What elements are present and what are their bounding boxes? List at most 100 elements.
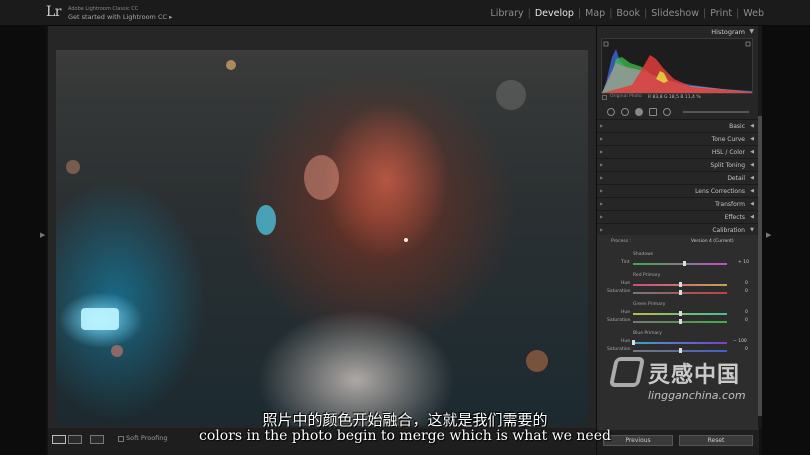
section-label: Calibration [712,227,745,234]
crop-tool-icon[interactable] [607,108,615,116]
green-saturation-thumb[interactable] [678,319,682,324]
radial-filter-tool-icon[interactable] [663,108,671,116]
brush-slider[interactable] [683,111,749,113]
green-hue-value[interactable]: 0 [745,310,748,315]
collapsed-arrow-icon[interactable]: ◀ [750,162,754,168]
blue-saturation-value[interactable]: 0 [745,347,748,352]
collapsed-arrow-icon[interactable]: ◀ [750,214,754,220]
section-label: HSL / Color [711,149,745,156]
module-separator: | [736,8,740,19]
module-book[interactable]: Book [616,8,640,19]
red-hue-value[interactable]: 0 [745,281,748,286]
green-primary-title: Green Primary [633,302,666,307]
highlight-clipping-icon[interactable] [745,41,751,47]
watermark-url: lingganchina.com [648,389,746,402]
collapsed-arrow-icon[interactable]: ◀ [750,149,754,155]
expand-left-panel-icon[interactable]: ▶ [40,231,45,239]
left-panel-collapsed: ▶ [0,26,46,455]
histogram-graph[interactable]: R 83,8 G 18,5 B 11,4 % [601,38,753,100]
shadows-tint-label: Tint [621,260,630,265]
blue-hue-value[interactable]: − 100 [733,339,747,344]
red-hue-thumb[interactable] [678,282,682,287]
bokeh-light [256,205,276,235]
shadows-tint-slider[interactable] [633,263,727,265]
bokeh-light [496,80,526,110]
shadow-clipping-icon[interactable] [603,41,609,47]
shadows-tint-value[interactable]: + 10 [738,260,749,265]
section-basic[interactable]: ▶ Basic ◀ [597,119,759,132]
blue-hue-slider[interactable] [633,342,727,344]
watermark-chinese: 灵感中国 [648,363,741,388]
process-version-dropdown[interactable]: Version 4 (Current) [691,239,734,244]
histogram-header[interactable]: Histogram ▼ [597,26,759,38]
subtitle-chinese: 照片中的颜色开始融合，这就是我们需要的 [262,411,548,429]
red-saturation-value[interactable]: 0 [745,289,748,294]
collapsed-arrow-icon[interactable]: ◀ [750,175,754,181]
section-split-toning[interactable]: ▶ Split Toning ◀ [597,158,759,171]
section-detail[interactable]: ▶ Detail ◀ [597,171,759,184]
section-toggle-icon[interactable]: ▶ [600,214,603,219]
right-edge: ▶ [762,26,810,455]
shadows-tint-thumb[interactable] [683,261,687,266]
lightroom-logo: Lr [46,4,62,20]
graduated-filter-tool-icon[interactable] [649,108,657,116]
module-slideshow[interactable]: Slideshow [651,8,699,19]
module-separator: | [609,8,613,19]
section-toggle-icon[interactable]: ▶ [600,201,603,206]
get-started-link[interactable]: Get started with Lightroom CC ▸ [68,13,172,21]
section-transform[interactable]: ▶ Transform ◀ [597,197,759,210]
module-library[interactable]: Library [490,8,523,19]
section-toggle-icon[interactable]: ▶ [600,188,603,193]
app-identity: Adobe Lightroom Classic CC Get started w… [68,5,172,21]
spot-removal-tool-icon[interactable] [621,108,629,116]
shadows-title: Shadows [633,252,654,257]
collapsed-arrow-icon[interactable]: ◀ [750,123,754,129]
section-label: Basic [729,123,745,130]
app-title: Adobe Lightroom Classic CC [68,6,139,12]
red-saturation-thumb[interactable] [678,290,682,295]
module-web[interactable]: Web [743,8,764,19]
collapse-right-panel-icon[interactable]: ▶ [766,231,771,239]
bokeh-light [226,60,236,70]
bokeh-light [81,308,119,330]
section-label: Transform [715,201,745,208]
tool-strip [601,106,753,118]
section-toggle-icon[interactable]: ▶ [600,136,603,141]
section-lens-corrections[interactable]: ▶ Lens Corrections ◀ [597,184,759,197]
section-label: Effects [724,214,745,221]
module-map[interactable]: Map [585,8,605,19]
section-hsl-color[interactable]: ▶ HSL / Color ◀ [597,145,759,158]
process-label: Process : [611,239,632,244]
red-primary-title: Red Primary [633,273,661,278]
green-hue-thumb[interactable] [678,311,682,316]
original-photo-checkbox[interactable] [602,95,607,100]
blue-hue-thumb[interactable] [631,340,635,345]
green-saturation-label: Saturation [607,318,631,323]
section-toggle-icon[interactable]: ▶ [600,149,603,154]
collapse-histogram-icon[interactable]: ▼ [749,28,754,35]
section-tone-curve[interactable]: ▶ Tone Curve ◀ [597,132,759,145]
section-toggle-icon[interactable]: ▶ [600,162,603,167]
red-eye-tool-icon[interactable] [635,108,643,116]
section-toggle-icon[interactable]: ▶ [600,227,603,232]
scrollbar-thumb[interactable] [758,116,762,416]
top-bar: Lr Adobe Lightroom Classic CC Get starte… [0,0,810,26]
module-develop[interactable]: Develop [535,8,574,19]
section-effects[interactable]: ▶ Effects ◀ [597,210,759,223]
blue-saturation-thumb[interactable] [678,348,682,353]
collapsed-arrow-icon[interactable]: ◀ [750,136,754,142]
section-toggle-icon[interactable]: ▶ [600,123,603,128]
bokeh-light [526,350,548,372]
photo-preview[interactable] [56,50,588,426]
module-print[interactable]: Print [710,8,732,19]
green-saturation-value[interactable]: 0 [745,318,748,323]
expanded-arrow-icon[interactable]: ▼ [750,227,754,233]
collapsed-arrow-icon[interactable]: ◀ [750,188,754,194]
right-panel-scrollbar[interactable] [758,26,762,428]
section-label: Lens Corrections [695,188,745,195]
red-hue-label: Hue [621,281,631,286]
red-saturation-label: Saturation [607,289,631,294]
collapsed-arrow-icon[interactable]: ◀ [750,201,754,207]
subtitle-english: colors in the photo begin to merge which… [199,428,611,444]
section-toggle-icon[interactable]: ▶ [600,175,603,180]
